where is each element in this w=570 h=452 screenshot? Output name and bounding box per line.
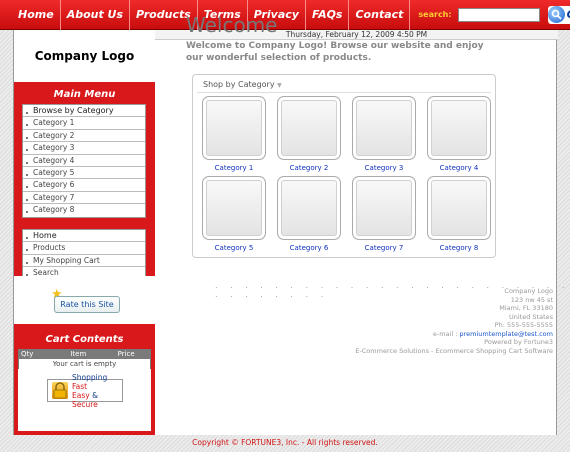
category-menu: Browse by Category Category 1 Category 2… bbox=[22, 104, 146, 218]
category-thumbnail[interactable] bbox=[427, 96, 491, 160]
address-company: Company Logo bbox=[504, 287, 553, 295]
nav-home[interactable]: Home bbox=[0, 0, 61, 30]
category-link[interactable]: Category 5 bbox=[202, 244, 266, 252]
sidebar-category-6[interactable]: Category 6 bbox=[23, 179, 145, 192]
nav-contact[interactable]: Contact bbox=[349, 0, 411, 30]
company-logo[interactable]: Company Logo bbox=[14, 30, 155, 82]
main-menu-title: Main Menu bbox=[53, 89, 116, 100]
top-nav: Home About Us Products Terms Privacy FAQ… bbox=[0, 0, 570, 30]
page-title: Welcome bbox=[186, 13, 278, 37]
footer-copyright: Copyright © FORTUNE3, Inc. - All rights … bbox=[192, 438, 378, 447]
rate-site-button[interactable]: Rate this Site bbox=[54, 296, 120, 313]
sidebar-link-products[interactable]: Products bbox=[23, 242, 145, 255]
sidebar-category-1[interactable]: Category 1 bbox=[23, 117, 145, 130]
cart-col-item: Item bbox=[70, 350, 87, 358]
category-card[interactable]: Category 5 bbox=[202, 176, 266, 252]
secure-area: Shopping Fast Easy & Secure bbox=[18, 369, 151, 431]
category-link[interactable]: Category 6 bbox=[277, 244, 341, 252]
category-link[interactable]: Category 8 bbox=[427, 244, 491, 252]
cart-header-row: Qty Item Price bbox=[19, 350, 150, 359]
category-thumbnail[interactable] bbox=[352, 96, 416, 160]
cart-empty-message: Your cart is empty bbox=[52, 360, 117, 368]
category-thumbnail[interactable] bbox=[202, 96, 266, 160]
address-country: United States bbox=[508, 312, 553, 321]
sidebar: Company Logo Main Menu Browse by Categor… bbox=[14, 30, 155, 435]
category-link[interactable]: Category 2 bbox=[277, 164, 341, 172]
email-link[interactable]: premiumtemplate@test.com bbox=[459, 330, 553, 338]
dropdown-arrow-icon: ▼ bbox=[277, 82, 282, 89]
category-thumbnail[interactable] bbox=[427, 176, 491, 240]
sidebar-category-3[interactable]: Category 3 bbox=[23, 142, 145, 155]
company-address: Company Logo 123 nw 45 st Miami, FL 3318… bbox=[355, 287, 553, 355]
category-link[interactable]: Category 4 bbox=[427, 164, 491, 172]
category-thumbnail[interactable] bbox=[277, 176, 341, 240]
category-card[interactable]: Category 2 bbox=[277, 96, 341, 172]
quick-links-menu: Home Products My Shopping Cart Search bbox=[22, 229, 146, 281]
address-phone: Ph: 555-555-5555 bbox=[494, 321, 553, 329]
category-card[interactable]: Category 4 bbox=[427, 96, 491, 172]
category-card[interactable]: Category 7 bbox=[352, 176, 416, 252]
nav-faqs[interactable]: FAQs bbox=[306, 0, 350, 30]
sidebar-category-8[interactable]: Category 8 bbox=[23, 204, 145, 216]
sidebar-link-cart[interactable]: My Shopping Cart bbox=[23, 255, 145, 268]
category-thumbnail[interactable] bbox=[277, 96, 341, 160]
go-label: Go bbox=[567, 8, 570, 21]
rate-site-area: ★ Rate this Site bbox=[14, 276, 155, 324]
go-button[interactable]: Go bbox=[547, 5, 570, 24]
shop-by-category-title[interactable]: Shop by Category ▼ bbox=[203, 80, 282, 89]
category-link[interactable]: Category 1 bbox=[202, 164, 266, 172]
category-link[interactable]: Category 3 bbox=[352, 164, 416, 172]
sidebar-category-7[interactable]: Category 7 bbox=[23, 192, 145, 205]
shop-by-category-panel: Shop by Category ▼ Category 1 Category 2… bbox=[192, 74, 496, 258]
address-city: Miami, FL 33180 bbox=[499, 304, 553, 312]
secure-text: Shopping Fast Easy & Secure bbox=[72, 372, 108, 409]
search-input[interactable] bbox=[457, 7, 540, 22]
magnifier-icon bbox=[547, 6, 565, 23]
category-card[interactable]: Category 3 bbox=[352, 96, 416, 172]
sidebar-link-home[interactable]: Home bbox=[23, 230, 145, 243]
category-card[interactable]: Category 8 bbox=[427, 176, 491, 252]
sidebar-category-4[interactable]: Category 4 bbox=[23, 155, 145, 167]
lock-icon bbox=[52, 382, 68, 399]
category-thumbnail[interactable] bbox=[202, 176, 266, 240]
category-card[interactable]: Category 1 bbox=[202, 96, 266, 172]
category-card[interactable]: Category 6 bbox=[277, 176, 341, 252]
sidebar-category-2[interactable]: Category 2 bbox=[23, 130, 145, 143]
secure-shopping-badge[interactable]: Shopping Fast Easy & Secure bbox=[47, 373, 123, 409]
cart-col-price: Price bbox=[117, 350, 135, 358]
cart-col-qty: Qty bbox=[21, 350, 34, 358]
browse-by-category[interactable]: Browse by Category bbox=[23, 105, 145, 118]
category-thumbnail[interactable] bbox=[352, 176, 416, 240]
category-link[interactable]: Category 7 bbox=[352, 244, 416, 252]
nav-about-us[interactable]: About Us bbox=[61, 0, 131, 30]
welcome-text: Welcome to Company Logo! Browse our webs… bbox=[186, 41, 484, 63]
divider bbox=[197, 92, 491, 93]
ecommerce-solutions-link[interactable]: E-Commerce Solutions - Ecommerce Shoppin… bbox=[355, 347, 553, 356]
address-email-row: e-mail : premiumtemplate@test.com bbox=[432, 329, 553, 338]
cart-table: Qty Item Price Your cart is empty bbox=[18, 349, 151, 370]
address-street: 123 nw 45 st bbox=[510, 295, 553, 304]
sidebar-category-5[interactable]: Category 5 bbox=[23, 167, 145, 180]
search-label: search: bbox=[418, 10, 452, 19]
powered-by[interactable]: Powered by Fortune3 bbox=[355, 338, 553, 347]
cart-contents-title: Cart Contents bbox=[45, 334, 124, 345]
